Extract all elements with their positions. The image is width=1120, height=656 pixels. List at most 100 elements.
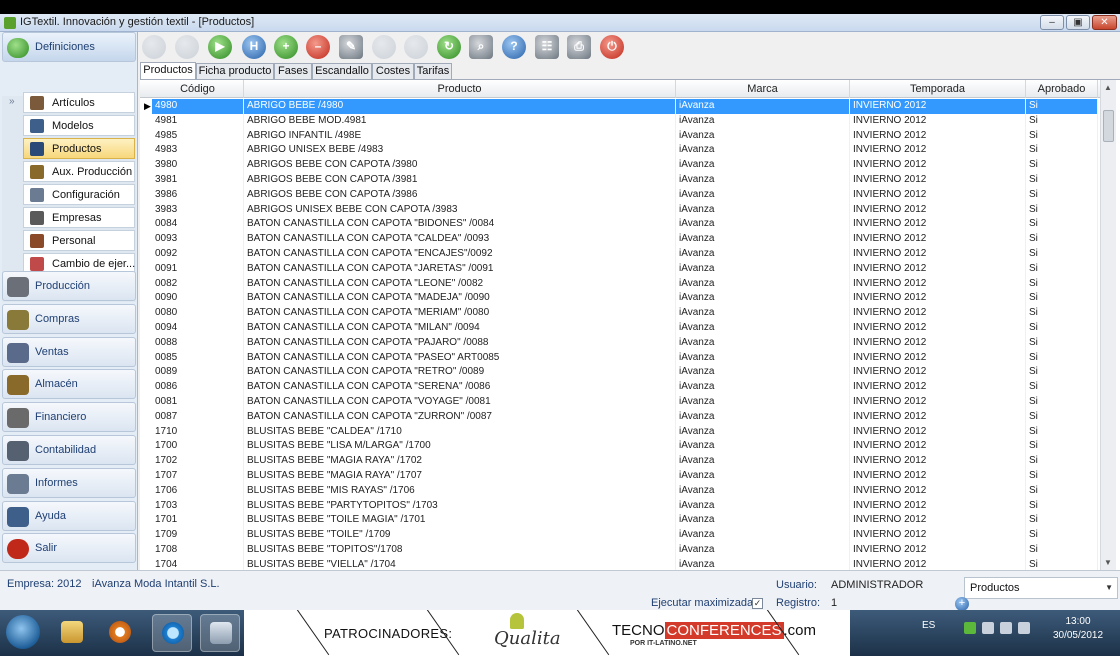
- cancel-record-icon[interactable]: [404, 35, 428, 59]
- table-row[interactable]: 0094 BATON CANASTILLA CON CAPOTA "MILAN" …: [140, 321, 1098, 336]
- table-row[interactable]: 4981 ABRIGO BEBE MOD.4981 iAvanza INVIERNO …: [140, 113, 1098, 129]
- tab-escandallo[interactable]: Escandallo: [312, 63, 372, 79]
- table-row[interactable]: 0081 BATON CANASTILLA CON CAPOTA "VOYAGE"…: [140, 395, 1098, 410]
- table-row[interactable]: 3981 ABRIGOS BEBE CON CAPOTA /3981 iAvanza…: [140, 173, 1098, 188]
- table-row[interactable]: 1703 BLUSITAS BEBE "PARTYTOPITOS" /1703 iA…: [140, 498, 1098, 514]
- table-row[interactable]: 0089 BATON CANASTILLA CON CAPOTA "RETRO" …: [140, 365, 1098, 381]
- column-header-3[interactable]: Temporada: [850, 80, 1026, 98]
- section-producci-n[interactable]: Producción: [2, 271, 136, 301]
- tab-productos[interactable]: Productos: [140, 62, 196, 79]
- sidebar-item-aux-producci-n[interactable]: Aux. Producción: [23, 161, 135, 182]
- vertical-scrollbar[interactable]: ▲ ▼: [1100, 80, 1116, 570]
- search-icon[interactable]: ⌕: [469, 35, 493, 59]
- table-row[interactable]: 0091 BATON CANASTILLA CON CAPOTA "JARETAS…: [140, 261, 1098, 277]
- table-cell: 1707: [155, 469, 244, 484]
- delete-record-icon[interactable]: –: [306, 35, 330, 59]
- section-salir[interactable]: Salir: [2, 533, 136, 564]
- table-row[interactable]: 0092 BATON CANASTILLA CON CAPOTA "ENCAJES…: [140, 247, 1098, 262]
- table-cell: ABRIGOS BEBE CON CAPOTA /3986: [247, 187, 676, 203]
- taskbar-media-player[interactable]: [100, 614, 140, 652]
- taskbar-explorer[interactable]: [52, 614, 92, 652]
- table-row[interactable]: 3986 ABRIGOS BEBE CON CAPOTA /3986 iAvanza…: [140, 187, 1098, 203]
- column-header-4[interactable]: Aprobado: [1026, 80, 1098, 98]
- table-row[interactable]: 0084 BATON CANASTILLA CON CAPOTA "BIDONES…: [140, 217, 1098, 233]
- tray-app-icon[interactable]: [964, 622, 976, 634]
- table-row[interactable]: 1709 BLUSITAS BEBE "TOILE" /1709 iAvanza IN…: [140, 528, 1098, 543]
- tray-network-icon[interactable]: [982, 622, 994, 634]
- chevron-down-icon[interactable]: ▼: [1105, 583, 1113, 592]
- help-icon[interactable]: ?: [502, 35, 526, 59]
- table-row[interactable]: 3983 ABRIGOS UNISEX BEBE CON CAPOTA /3983…: [140, 202, 1098, 218]
- sidebar-item-configuraci-n[interactable]: Configuración: [23, 184, 135, 205]
- column-header-1[interactable]: Producto: [244, 80, 676, 98]
- start-button[interactable]: [6, 615, 40, 649]
- table-row[interactable]: 0086 BATON CANASTILLA CON CAPOTA "SERENA"…: [140, 380, 1098, 395]
- table-row[interactable]: 1706 BLUSITAS BEBE "MIS RAYAS" /1706 iAvan…: [140, 483, 1098, 499]
- next-record-icon[interactable]: ▶: [208, 35, 232, 59]
- table-row[interactable]: 1708 BLUSITAS BEBE "TOPITOS"/1708 iAvanza I…: [140, 543, 1098, 558]
- tab-tarifas[interactable]: Tarifas: [414, 63, 452, 79]
- table-row[interactable]: 0090 BATON CANASTILLA CON CAPOTA "MADEJA"…: [140, 291, 1098, 307]
- table-row[interactable]: 0093 BATON CANASTILLA CON CAPOTA "CALDEA"…: [140, 232, 1098, 247]
- tray-battery-icon[interactable]: [1000, 622, 1012, 634]
- tab-costes[interactable]: Costes: [372, 63, 414, 79]
- last-record-icon[interactable]: H: [242, 35, 266, 59]
- table-row[interactable]: 0085 BATON CANASTILLA CON CAPOTA "PASEO" …: [140, 350, 1098, 366]
- table-row[interactable]: 0088 BATON CANASTILLA CON CAPOTA "PAJARO"…: [140, 335, 1098, 351]
- scroll-thumb[interactable]: [1103, 110, 1114, 142]
- section-almac-n[interactable]: Almacén: [2, 369, 136, 400]
- table-row[interactable]: 1700 BLUSITAS BEBE "LISA M/LARGA" /1700 iA…: [140, 439, 1098, 455]
- taskbar-igtextil[interactable]: [200, 614, 240, 652]
- sidebar-item-art-culos[interactable]: Artículos: [23, 92, 135, 113]
- section-informes[interactable]: Informes: [2, 467, 136, 498]
- section-contabilidad[interactable]: Contabilidad: [2, 435, 136, 465]
- sidebar-item-modelos[interactable]: Modelos: [23, 115, 135, 136]
- table-row[interactable]: 0080 BATON CANASTILLA CON CAPOTA "MERIAM"…: [140, 306, 1098, 321]
- sidebar-item-empresas[interactable]: Empresas: [23, 207, 135, 228]
- tray-volume-icon[interactable]: [1018, 622, 1030, 634]
- table-row[interactable]: 4983 ABRIGO UNISEX BEBE /4983 iAvanza INVIE…: [140, 143, 1098, 159]
- table-row[interactable]: 1704 BLUSITAS BEBE "VIELLA" /1704 iAvanza I…: [140, 557, 1098, 570]
- section-financiero[interactable]: Financiero: [2, 402, 136, 433]
- section-compras[interactable]: Compras: [2, 303, 136, 334]
- section-definiciones[interactable]: Definiciones: [2, 32, 136, 62]
- table-row[interactable]: 1707 BLUSITAS BEBE "MAGIA RAYA" /1707 iAva…: [140, 469, 1098, 484]
- table-row[interactable]: 1701 BLUSITAS BEBE "TOILE MAGIA" /1701 iAv…: [140, 513, 1098, 529]
- copy-record-icon[interactable]: [372, 35, 396, 59]
- section-ventas[interactable]: Ventas: [2, 336, 136, 367]
- tab-ficha-producto[interactable]: Ficha producto: [196, 63, 274, 79]
- refresh-icon[interactable]: ↻: [437, 35, 461, 59]
- sidebar-item-personal[interactable]: Personal: [23, 230, 135, 251]
- calculator-icon[interactable]: ☷: [535, 35, 559, 59]
- scroll-down-icon[interactable]: ▼: [1104, 558, 1112, 567]
- tab-fases[interactable]: Fases: [274, 63, 312, 79]
- restore-button[interactable]: ▣: [1066, 15, 1090, 30]
- column-header-2[interactable]: Marca: [676, 80, 850, 98]
- close-button[interactable]: ✕: [1092, 15, 1117, 30]
- power-icon[interactable]: ⏻: [600, 35, 624, 59]
- language-indicator[interactable]: ES: [922, 620, 935, 631]
- table-row[interactable]: 1702 BLUSITAS BEBE "MAGIA RAYA" /1702 iAva…: [140, 454, 1098, 469]
- table-row[interactable]: 1710 BLUSITAS BEBE "CALDEA" /1710 iAvanza I…: [140, 424, 1098, 440]
- taskbar-internet-explorer[interactable]: [152, 614, 192, 652]
- clock[interactable]: 13:00 30/05/2012: [1040, 615, 1116, 643]
- column-header-0[interactable]: Código: [152, 80, 244, 98]
- minimize-button[interactable]: –: [1040, 15, 1064, 30]
- add-record-icon[interactable]: +: [274, 35, 298, 59]
- first-record-icon[interactable]: [142, 35, 166, 59]
- table-row[interactable]: 0087 BATON CANASTILLA CON CAPOTA "ZURRON"…: [140, 409, 1098, 425]
- scroll-up-icon[interactable]: ▲: [1104, 83, 1112, 92]
- sidebar-item-productos[interactable]: Productos: [23, 138, 135, 159]
- table-row[interactable]: ▶ 4980 ABRIGO BEBE /4980 iAvanza INVIERNO 20…: [140, 99, 1098, 114]
- maximized-checkbox[interactable]: ✓: [752, 598, 763, 609]
- print-icon[interactable]: ⎙: [567, 35, 591, 59]
- table-row[interactable]: 3980 ABRIGOS BEBE CON CAPOTA /3980 iAvanza…: [140, 158, 1098, 173]
- window-combo[interactable]: Productos ▼: [964, 577, 1118, 599]
- add-window-icon[interactable]: +: [955, 597, 969, 611]
- collapse-chevron-icon[interactable]: »: [9, 96, 15, 107]
- table-row[interactable]: 4985 ABRIGO INFANTIL /498E iAvanza INVIERNO…: [140, 128, 1098, 144]
- table-row[interactable]: 0082 BATON CANASTILLA CON CAPOTA "LEONE" …: [140, 276, 1098, 292]
- edit-record-icon[interactable]: ✎: [339, 35, 363, 59]
- previous-record-icon[interactable]: [175, 35, 199, 59]
- section-ayuda[interactable]: Ayuda: [2, 500, 136, 531]
